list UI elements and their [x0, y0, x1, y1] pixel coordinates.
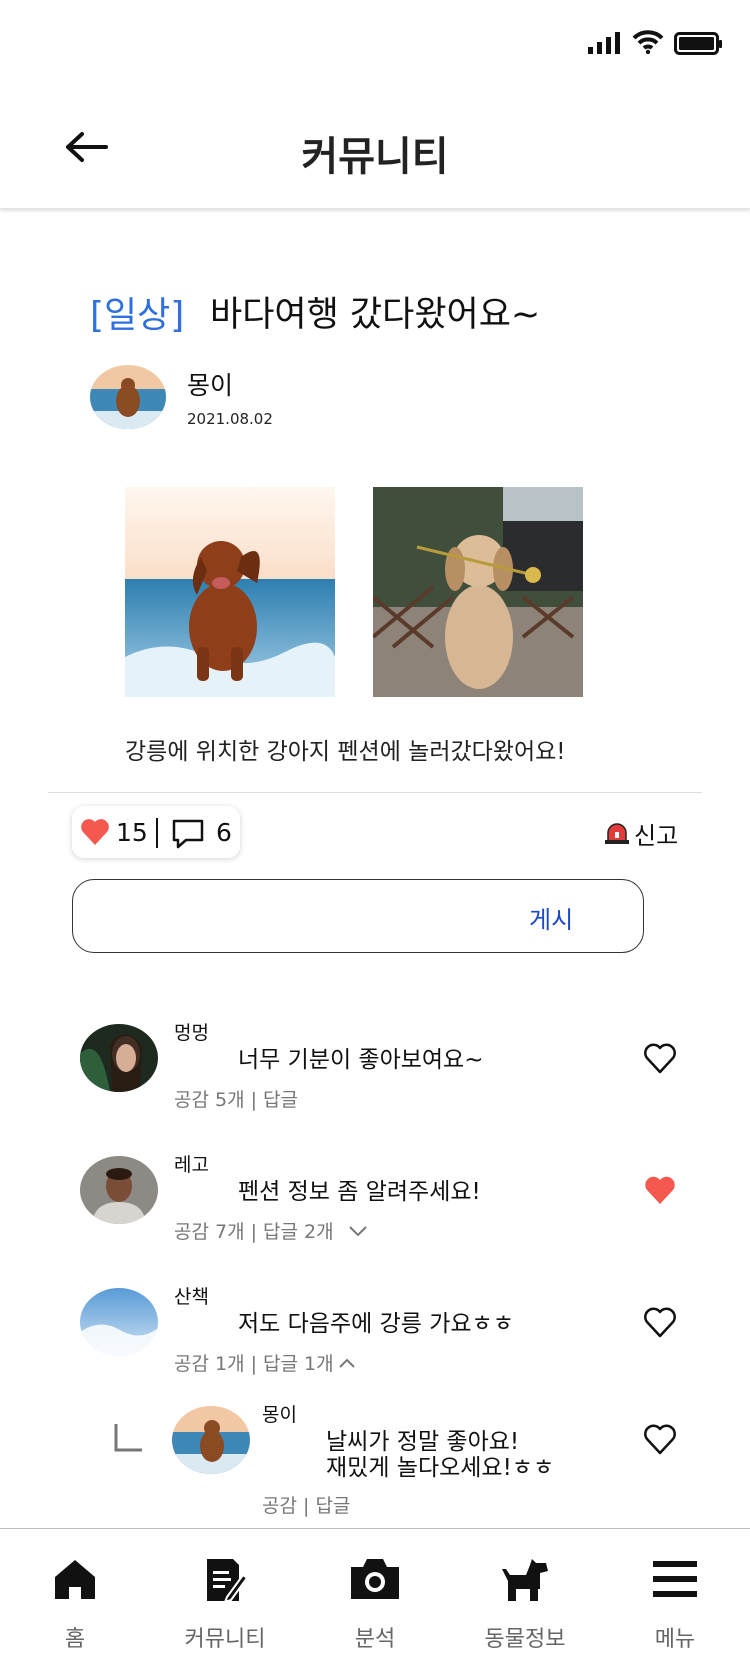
avatar-image [80, 1156, 158, 1224]
comment-meta-text: 공감 7개 | 답글 2개 [174, 1221, 334, 1243]
comment-author: 산책 [174, 1286, 209, 1308]
home-icon [55, 1560, 95, 1599]
comment-icon[interactable] [170, 818, 206, 850]
commenter-avatar[interactable] [80, 1156, 158, 1224]
app-header: 커뮤니티 [0, 90, 750, 209]
chevron-up-icon[interactable] [338, 1357, 356, 1369]
comment-text: 너무 기분이 좋아보여요~ [238, 1047, 484, 1073]
avatar-image [80, 1288, 158, 1356]
author-name: 몽이 [187, 371, 234, 400]
reply-author: 몽이 [262, 1404, 297, 1426]
reaction-summary: 15 6 [72, 806, 240, 858]
commenter-avatar[interactable] [80, 1024, 158, 1092]
nav-community[interactable]: 커뮤니티 [150, 1529, 300, 1657]
comment-input[interactable] [91, 890, 495, 942]
reply-like-button[interactable] [643, 1424, 677, 1456]
report-label: 신고 [634, 821, 679, 850]
heart-outline-icon [644, 1043, 676, 1074]
commenter-avatar[interactable] [80, 1288, 158, 1356]
reply-avatar[interactable] [172, 1406, 250, 1474]
report-button[interactable]: 신고 [604, 816, 678, 850]
reply-meta-text: 공감 | 답글 [262, 1495, 351, 1517]
heart-outline-icon [644, 1424, 676, 1455]
post-category: [일상] [90, 295, 185, 336]
reply-text-line2: 재밌게 놀다오세요!ㅎㅎ [326, 1455, 555, 1481]
reply-text-line1: 날씨가 정말 좋아요! [326, 1429, 520, 1455]
beach-dog-image [125, 487, 335, 697]
heart-filled-icon[interactable] [80, 818, 110, 846]
heart-outline-icon [644, 1307, 676, 1338]
post-body: 강릉에 위치한 강아지 펜션에 놀러갔다왔어요! [125, 739, 566, 765]
comment-item [80, 1288, 158, 1356]
nav-menu[interactable]: 메뉴 [600, 1529, 750, 1657]
comment-like-button[interactable] [643, 1043, 677, 1075]
community-icon [207, 1559, 247, 1603]
nav-animal-info[interactable]: 동물정보 [450, 1529, 600, 1657]
nav-home-label: 홈 [64, 1627, 86, 1652]
signal-icon [588, 32, 620, 54]
status-bar [0, 0, 750, 90]
nav-analysis-label: 분석 [354, 1627, 396, 1652]
siren-icon [605, 823, 629, 844]
post-photo-dog-with-flower[interactable] [373, 487, 583, 697]
nav-menu-label: 메뉴 [654, 1627, 696, 1652]
camera-icon [351, 1559, 399, 1599]
comment-form: 게시 [72, 879, 644, 953]
comment-like-button[interactable] [643, 1307, 677, 1339]
comment-like-button[interactable] [643, 1175, 677, 1207]
reply-item [172, 1406, 250, 1474]
post-title: 바다여행 갔다왔어요~ [210, 295, 541, 335]
comment-text: 저도 다음주에 강릉 가요ㅎㅎ [238, 1311, 514, 1337]
comment-author: 레고 [174, 1154, 209, 1176]
author-avatar-image [90, 365, 166, 429]
like-count: 15 [116, 818, 148, 847]
comment-meta-text: 공감 5개 | 답글 [174, 1089, 299, 1111]
avatar-image [172, 1406, 250, 1474]
nav-home[interactable]: 홈 [0, 1529, 150, 1657]
separator [156, 818, 158, 848]
comment-meta[interactable]: 공감 5개 | 답글 [174, 1085, 298, 1112]
comment-meta-text: 공감 1개 | 답글 1개 [174, 1353, 334, 1375]
menu-icon [653, 1561, 697, 1597]
divider [48, 792, 702, 793]
dog-icon [502, 1559, 548, 1601]
comment-item [80, 1024, 158, 1092]
author-avatar[interactable] [90, 365, 166, 429]
nav-community-label: 커뮤니티 [184, 1627, 266, 1652]
post-photo-beach-dog[interactable] [125, 487, 335, 697]
comment-item [80, 1156, 158, 1224]
heart-filled-icon [645, 1176, 675, 1204]
reply-indent-icon [114, 1424, 142, 1452]
comment-count: 6 [216, 818, 232, 847]
nav-animal-info-label: 동물정보 [484, 1627, 566, 1652]
chevron-down-icon[interactable] [348, 1225, 368, 1237]
dog-with-flower-image [373, 487, 583, 697]
wifi-icon [632, 30, 664, 54]
comment-author: 멍멍 [174, 1022, 209, 1044]
comment-meta[interactable]: 공감 7개 | 답글 2개 [174, 1217, 368, 1244]
post-date: 2021.08.02 [187, 410, 273, 428]
nav-analysis[interactable]: 분석 [300, 1529, 450, 1657]
page-title: 커뮤니티 [301, 134, 449, 180]
post-comment-button[interactable]: 게시 [529, 900, 573, 935]
avatar-image [80, 1024, 158, 1092]
comment-text: 펜션 정보 좀 알려주세요! [238, 1179, 481, 1205]
battery-icon [674, 32, 722, 55]
reply-meta[interactable]: 공감 | 답글 [262, 1491, 350, 1518]
bottom-nav: 홈 커뮤니티 분석 동물정보 메뉴 [0, 1528, 750, 1657]
comment-meta[interactable]: 공감 1개 | 답글 1개 [174, 1349, 356, 1376]
